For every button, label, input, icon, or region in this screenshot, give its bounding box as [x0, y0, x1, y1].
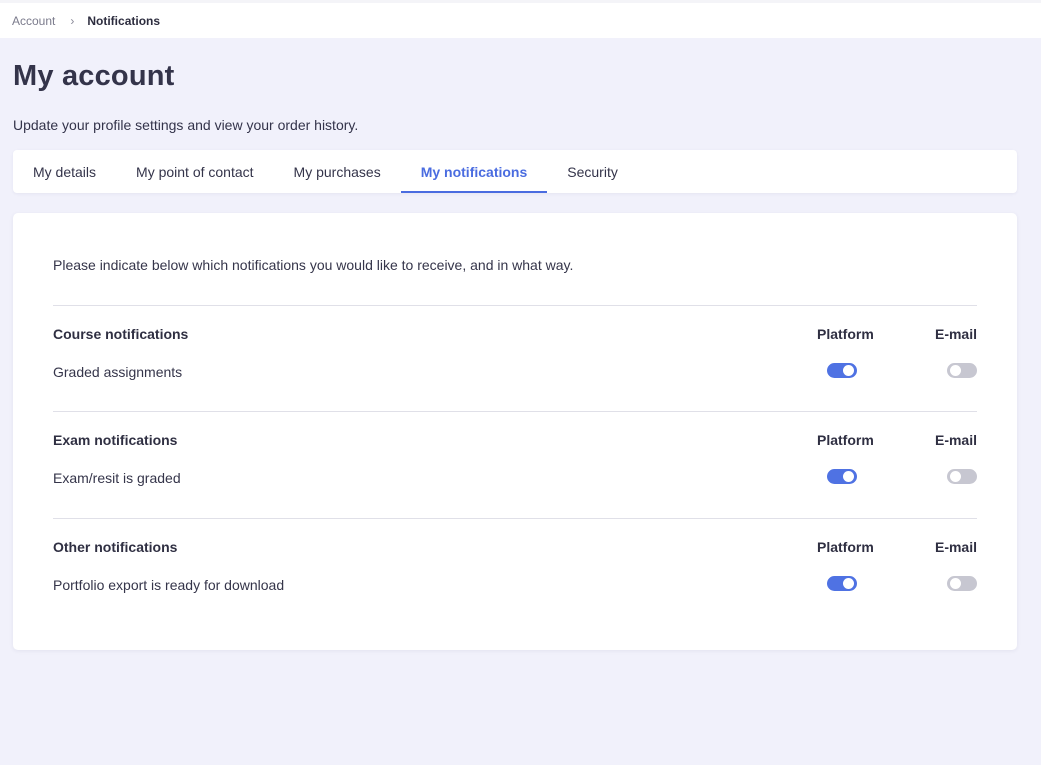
column-platform-header: Platform	[817, 539, 874, 555]
column-email-header: E-mail	[934, 539, 977, 555]
toggle-knob	[950, 578, 961, 589]
column-email-header: E-mail	[934, 326, 977, 342]
breadcrumb-account-link[interactable]: Account	[12, 14, 55, 28]
platform-toggle[interactable]	[827, 576, 857, 591]
tab-my-point-of-contact[interactable]: My point of contact	[116, 150, 274, 193]
email-toggle[interactable]	[947, 469, 977, 484]
page-subtitle: Update your profile settings and view yo…	[13, 117, 359, 133]
notifications-intro: Please indicate below which notification…	[53, 257, 574, 273]
notification-item-label: Portfolio export is ready for download	[53, 577, 285, 593]
chevron-right-icon: ›	[70, 13, 75, 28]
section-title: Course notifications	[53, 326, 189, 342]
notification-item-label: Graded assignments	[53, 364, 183, 380]
toggle-knob	[950, 365, 961, 376]
toggle-knob	[843, 365, 854, 376]
platform-toggle[interactable]	[827, 363, 857, 378]
breadcrumb-current: Notifications	[87, 13, 161, 28]
column-platform-header: Platform	[817, 432, 874, 448]
section-title: Other notifications	[53, 539, 178, 555]
section-exam-notifications: Exam notifications Platform E-mail Exam/…	[53, 411, 977, 517]
page-title: My account	[13, 60, 175, 92]
column-platform-header: Platform	[817, 326, 874, 342]
column-email-header: E-mail	[934, 432, 977, 448]
notifications-card: Please indicate below which notification…	[13, 213, 1017, 650]
platform-toggle[interactable]	[827, 469, 857, 484]
account-tabs: My details My point of contact My purcha…	[13, 150, 1017, 193]
section-other-notifications: Other notifications Platform E-mail Port…	[53, 518, 977, 624]
toggle-knob	[843, 471, 854, 482]
section-title: Exam notifications	[53, 432, 178, 448]
email-toggle[interactable]	[947, 363, 977, 378]
breadcrumb: Account › Notifications	[0, 0, 1041, 38]
toggle-knob	[950, 471, 961, 482]
tab-my-details[interactable]: My details	[13, 150, 116, 193]
tab-my-notifications[interactable]: My notifications	[400, 150, 548, 193]
tab-my-purchases[interactable]: My purchases	[274, 150, 401, 193]
notification-item-label: Exam/resit is graded	[53, 470, 181, 486]
email-toggle[interactable]	[947, 576, 977, 591]
toggle-knob	[843, 578, 854, 589]
tab-security[interactable]: Security	[547, 150, 638, 193]
section-course-notifications: Course notifications Platform E-mail Gra…	[53, 305, 977, 411]
